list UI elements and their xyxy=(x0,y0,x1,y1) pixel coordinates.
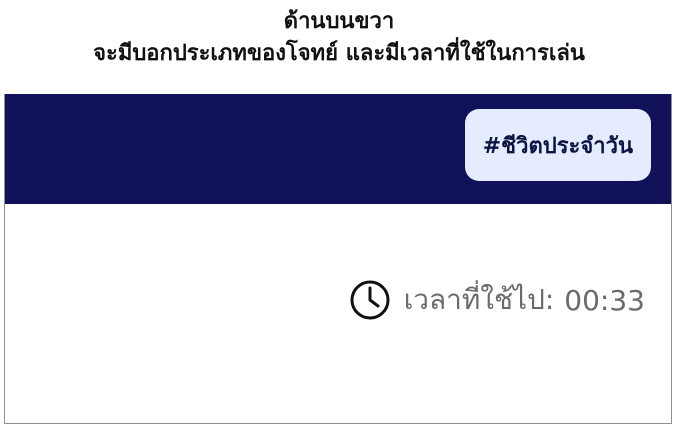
instruction-caption: ด้านบนขวา จะมีบอกประเภทของโจทย์ และมีเวล… xyxy=(0,6,678,70)
caption-line-2: จะมีบอกประเภทของโจทย์ และมีเวลาที่ใช้ในก… xyxy=(93,41,585,66)
timer-label: เวลาที่ใช้ไป: xyxy=(403,283,555,316)
category-tag: #ชีวิตประจำวัน xyxy=(464,109,651,181)
category-tag-label: #ชีวิตประจำวัน xyxy=(482,133,633,159)
clock-icon xyxy=(348,278,392,322)
timer-value: 00:33 xyxy=(564,283,645,317)
elapsed-timer: เวลาที่ใช้ไป: 00:33 xyxy=(348,278,645,322)
game-screen-crop: #ชีวิตประจำวัน เวลาที่ใช้ไป: 00:33 xyxy=(4,94,672,424)
header-bar: #ชีวิตประจำวัน xyxy=(5,94,671,204)
caption-line-1: ด้านบนขวา xyxy=(283,9,395,34)
